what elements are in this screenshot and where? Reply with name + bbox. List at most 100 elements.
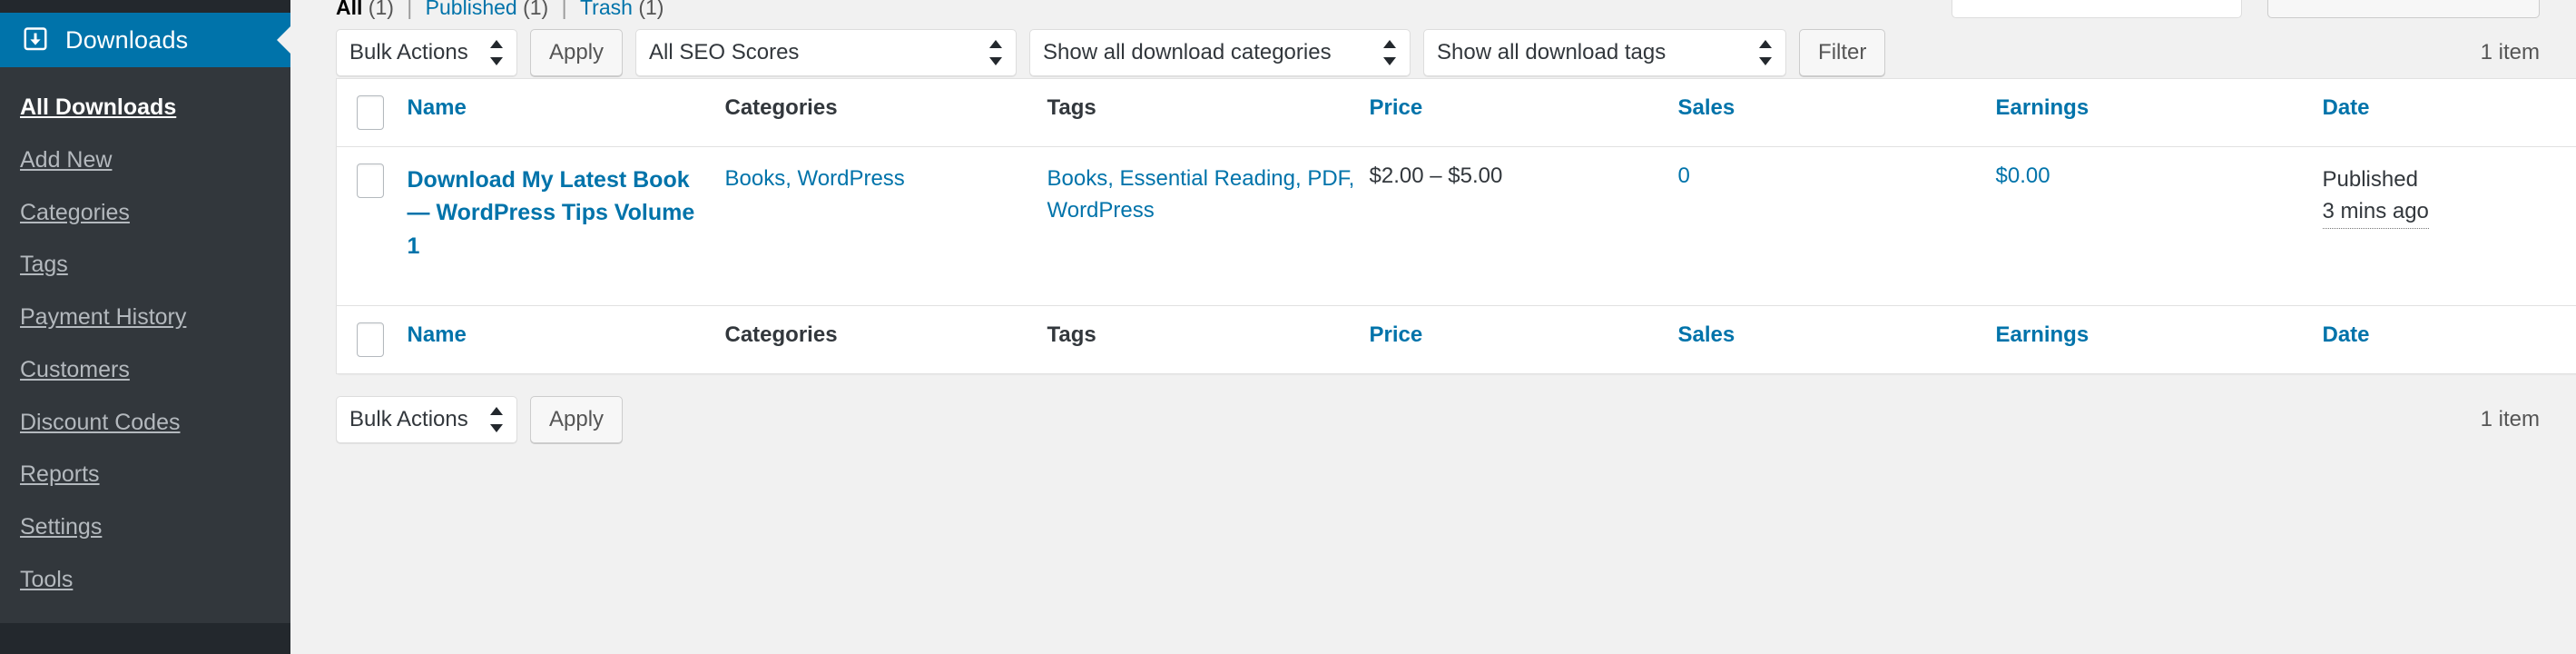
select-all-header-bottom	[336, 305, 408, 374]
sort-link-date[interactable]: Date	[2323, 95, 2370, 120]
column-footer-price[interactable]: Price	[1369, 305, 1678, 374]
sort-link-sales[interactable]: Sales	[1678, 95, 1735, 120]
sidebar-submenu: All Downloads Add New Categories Tags Pa…	[0, 67, 290, 654]
sales-count-link[interactable]: 0	[1678, 164, 1690, 188]
label-tags-bottom: Tags	[1047, 322, 1096, 347]
bulk-actions-select-top[interactable]: Bulk Actions	[336, 29, 517, 76]
category-links[interactable]: Books, WordPress	[725, 166, 905, 191]
table-footer-row: Name Categories Tags Price Sales Earning…	[336, 305, 2576, 374]
label-categories: Categories	[724, 95, 838, 120]
column-header-date[interactable]: Date	[2323, 79, 2576, 147]
download-icon	[20, 25, 51, 55]
column-footer-date[interactable]: Date	[2322, 305, 2576, 374]
sidebar-item-reports[interactable]: Reports	[0, 449, 290, 501]
filter-button[interactable]: Filter	[1799, 29, 1886, 76]
download-categories-select-wrapper: Show all download categories	[1029, 29, 1411, 76]
sidebar-footer-strip	[0, 623, 290, 654]
displaying-count-top: 1 item	[2480, 40, 2540, 64]
status-link-published[interactable]: Published	[426, 0, 517, 19]
bulk-actions-select-wrapper: Bulk Actions	[336, 29, 517, 76]
cell-name: Download My Latest Book — WordPress Tips…	[408, 147, 725, 306]
admin-page: Downloads All Downloads Add New Categori…	[0, 0, 2576, 654]
download-categories-select[interactable]: Show all download categories	[1029, 29, 1411, 76]
apply-button-bottom[interactable]: Apply	[530, 396, 624, 443]
seo-scores-select[interactable]: All SEO Scores	[635, 29, 1018, 76]
table-head: Name Categories Tags Price Sales Earning…	[337, 79, 2576, 147]
sidebar-item-add-new[interactable]: Add New	[0, 134, 290, 187]
tablenav-bottom: Bulk Actions Apply 1 item	[336, 394, 2540, 445]
tag-links[interactable]: Books, Essential Reading, PDF, WordPress	[1047, 166, 1355, 223]
column-header-sales[interactable]: Sales	[1678, 79, 1996, 147]
sidebar-item-settings[interactable]: Settings	[0, 501, 290, 554]
search-submit-button[interactable]	[2267, 0, 2540, 18]
sidebar-menu-title: Downloads	[65, 25, 189, 54]
table-foot: Name Categories Tags Price Sales Earning…	[336, 305, 2576, 374]
sidebar-item-categories[interactable]: Categories	[0, 187, 290, 240]
tablenav-top: Bulk Actions Apply All SEO Scores Show a…	[336, 27, 2540, 78]
cell-price: $2.00 – $5.00	[1369, 164, 1503, 188]
search-area	[1952, 0, 2540, 20]
column-header-categories: Categories	[725, 79, 1047, 147]
sort-link-price[interactable]: Price	[1370, 95, 1423, 120]
select-all-checkbox-top[interactable]	[357, 95, 384, 130]
row-checkbox[interactable]	[357, 164, 384, 198]
status-separator-2: |	[561, 0, 567, 19]
column-footer-categories: Categories	[724, 305, 1047, 374]
column-header-tags: Tags	[1047, 79, 1370, 147]
download-tags-select[interactable]: Show all download tags	[1423, 29, 1787, 76]
status-count-published: (1)	[523, 0, 549, 19]
sidebar-item-discount-codes[interactable]: Discount Codes	[0, 397, 290, 450]
column-footer-earnings[interactable]: Earnings	[1995, 305, 2323, 374]
cell-tags: Books, Essential Reading, PDF, WordPress	[1047, 147, 1370, 306]
column-footer-tags: Tags	[1047, 305, 1370, 374]
status-link-all[interactable]: All	[336, 0, 362, 19]
post-status-label: Published	[2322, 167, 2418, 192]
sort-link-sales-bottom[interactable]: Sales	[1678, 322, 1735, 347]
sidebar-active-arrow	[277, 25, 290, 54]
bulk-actions-select-bottom[interactable]: Bulk Actions	[336, 396, 517, 443]
downloads-table: Name Categories Tags Price Sales Earning…	[336, 78, 2576, 374]
earnings-amount-link[interactable]: $0.00	[1996, 164, 2050, 188]
select-all-checkbox-bottom[interactable]	[357, 322, 384, 357]
column-header-earnings[interactable]: Earnings	[1996, 79, 2323, 147]
sidebar-item-customers[interactable]: Customers	[0, 344, 290, 397]
status-count-all: (1)	[368, 0, 394, 19]
column-header-name[interactable]: Name	[408, 79, 725, 147]
select-all-header	[337, 79, 408, 147]
status-link-trash[interactable]: Trash	[580, 0, 633, 19]
download-title-link[interactable]: Download My Latest Book — WordPress Tips…	[408, 164, 725, 263]
table-body: Download My Latest Book — WordPress Tips…	[336, 146, 2576, 306]
label-tags: Tags	[1047, 95, 1096, 120]
sidebar-menu-downloads[interactable]: Downloads	[0, 13, 290, 67]
row-select-cell	[337, 147, 408, 306]
column-footer-sales[interactable]: Sales	[1677, 305, 1996, 374]
displaying-count-bottom: 1 item	[2480, 407, 2540, 431]
sort-link-earnings-bottom[interactable]: Earnings	[1996, 322, 2089, 347]
cell-categories: Books, WordPress	[725, 147, 1047, 306]
search-input[interactable]	[1952, 0, 2242, 18]
download-tags-select-wrapper: Show all download tags	[1423, 29, 1787, 76]
table-header-row: Name Categories Tags Price Sales Earning…	[337, 79, 2576, 147]
sort-link-price-bottom[interactable]: Price	[1370, 322, 1423, 347]
admin-sidebar: Downloads All Downloads Add New Categori…	[0, 0, 290, 654]
sort-link-date-bottom[interactable]: Date	[2323, 322, 2370, 347]
column-header-price[interactable]: Price	[1370, 79, 1678, 147]
admin-bar-strip	[0, 0, 290, 13]
status-separator: |	[407, 0, 413, 19]
cell-earnings: $0.00	[1996, 147, 2323, 306]
status-count-trash: (1)	[638, 0, 664, 19]
post-relative-date: 3 mins ago	[2322, 196, 2429, 229]
sort-link-name-bottom[interactable]: Name	[408, 322, 467, 347]
sidebar-item-tools[interactable]: Tools	[0, 554, 290, 607]
sort-link-name[interactable]: Name	[408, 95, 467, 120]
label-categories-bottom: Categories	[724, 322, 838, 347]
bulk-actions-select-wrapper-bottom: Bulk Actions	[336, 396, 517, 443]
downloads-list-page: All (1) | Published (1) | Trash (1) Bulk…	[290, 0, 2576, 654]
table-row: Download My Latest Book — WordPress Tips…	[336, 146, 2576, 306]
sidebar-item-payment-history[interactable]: Payment History	[0, 292, 290, 344]
apply-button-top[interactable]: Apply	[530, 29, 624, 76]
sidebar-item-tags[interactable]: Tags	[0, 239, 290, 292]
sidebar-item-all-downloads[interactable]: All Downloads	[0, 82, 290, 134]
sort-link-earnings[interactable]: Earnings	[1996, 95, 2089, 120]
column-footer-name[interactable]: Name	[407, 305, 725, 374]
